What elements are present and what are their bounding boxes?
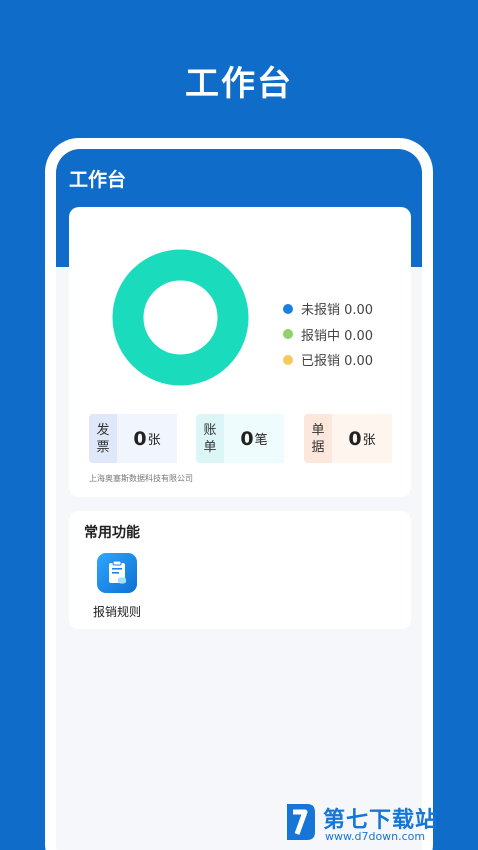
common-functions-card: 常用功能 报销规则 [69,511,411,629]
stat-unit: 笔 [254,433,268,448]
legend-dot [283,303,293,314]
stats-card: 未报销 0.00 报销中 0.00 已报销 0.00 发 票 0 张 账 单 0… [69,207,411,497]
stat-invoices[interactable]: 发 票 0 张 [89,414,177,463]
stat-label-line: 票 [96,439,110,455]
stat-label-line: 单 [311,422,325,438]
watermark-url: www.d7down.com [325,830,426,843]
document-rules-icon [97,553,137,593]
legend-label: 未报销 0.00 [301,303,374,319]
stat-label-line: 账 [203,422,217,438]
stat-label: 发 票 [89,414,117,463]
legend: 未报销 0.00 报销中 0.00 已报销 0.00 [283,296,373,373]
function-label: 报销规则 [92,605,141,619]
legend-label: 报销中 0.00 [301,328,374,344]
stat-label-line: 据 [311,439,325,455]
hero-title: 工作台 [185,64,293,104]
stat-value: 0 张 [117,414,177,463]
stat-unit: 张 [147,433,161,448]
stat-number: 0 [240,427,254,450]
legend-dot [283,354,293,365]
stat-unit: 张 [362,433,376,448]
stat-documents[interactable]: 单 据 0 张 [304,414,392,463]
donut-ring [112,249,249,386]
stat-label-line: 发 [96,422,110,438]
stat-number: 0 [348,427,362,450]
company-name: 上海奥塞斯数据科技有限公司 [89,474,193,483]
stat-label-line: 单 [203,439,217,455]
stat-label: 单 据 [304,414,332,463]
stat-label: 账 单 [196,414,224,463]
donut-chart [112,249,249,386]
legend-item-unreimbursed: 未报销 0.00 [283,296,373,322]
app-screen: 工作台 未报销 0.00 报销中 0.00 已报销 0.00 发 票 0 张 账… [56,149,422,850]
stat-bills[interactable]: 账 单 0 笔 [196,414,284,463]
legend-label: 已报销 0.00 [301,354,374,370]
legend-item-in-progress: 报销中 0.00 [283,322,373,348]
section-title: 常用功能 [84,525,140,541]
stat-value: 0 笔 [224,414,284,463]
phone-frame: 工作台 未报销 0.00 报销中 0.00 已报销 0.00 发 票 0 张 账… [45,138,433,850]
stat-number: 0 [133,427,147,450]
legend-item-reimbursed: 已报销 0.00 [283,347,373,373]
screen-title: 工作台 [69,169,127,191]
stat-value: 0 张 [332,414,392,463]
legend-dot [283,329,293,340]
watermark-logo-icon [287,804,315,840]
